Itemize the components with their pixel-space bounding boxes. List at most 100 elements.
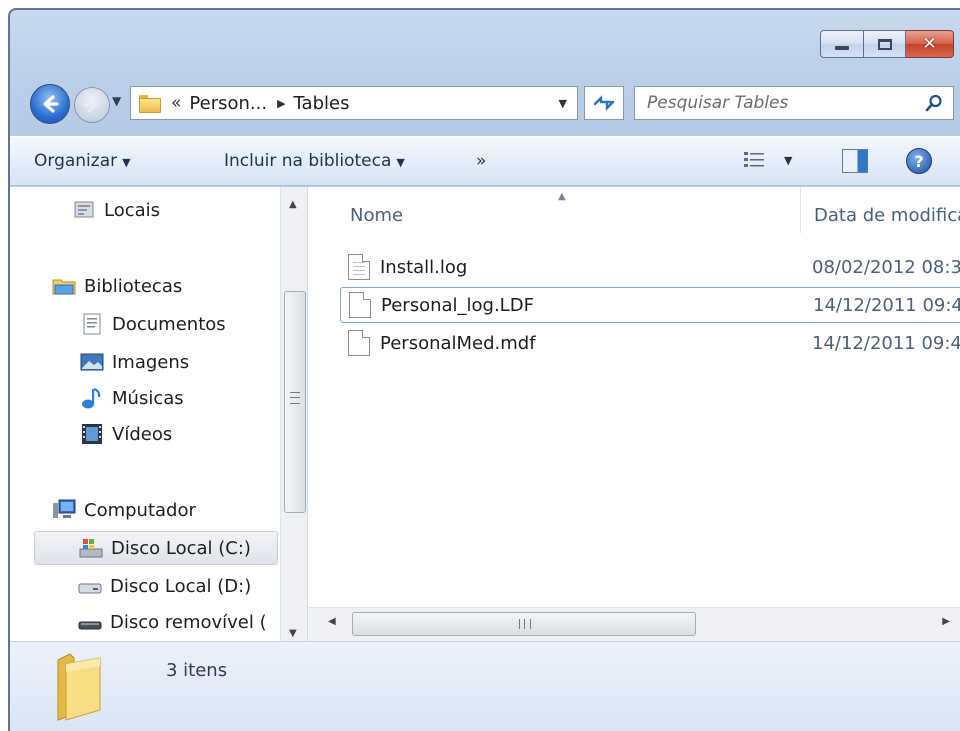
sidebar-item-label: Locais — [104, 199, 161, 221]
minimize-icon — [835, 46, 849, 50]
scroll-down-icon[interactable]: ▼ — [289, 628, 297, 639]
file-date: 08/02/2012 08:39 — [812, 256, 960, 278]
grip-icon — [519, 619, 531, 629]
scroll-right-icon[interactable]: ▶ — [942, 616, 950, 627]
system-drive-icon — [79, 537, 103, 559]
computer-icon — [52, 499, 76, 521]
sidebar-item-disco-removivel[interactable]: Disco removível ( — [78, 605, 267, 639]
videos-icon — [80, 423, 104, 445]
search-box[interactable] — [634, 86, 954, 120]
sidebar-item-bibliotecas[interactable]: Bibliotecas — [52, 269, 182, 303]
column-divider[interactable] — [800, 187, 801, 233]
sidebar-item-computador[interactable]: Computador — [52, 493, 196, 527]
include-library-label: Incluir na biblioteca — [224, 151, 392, 171]
sidebar-item-documentos[interactable]: Documentos — [80, 307, 226, 341]
details-pane: 3 itens — [10, 641, 960, 731]
scroll-thumb[interactable] — [352, 612, 696, 636]
text-file-icon — [348, 254, 370, 280]
file-name: Install.log — [380, 256, 468, 278]
navigation-pane: Locais Bibliotecas Documentos Imagens Mú — [10, 187, 308, 641]
file-list: ▲ Nome Data de modifica Install.log 08/0… — [308, 187, 960, 641]
change-view-dropdown[interactable]: ▼ — [784, 154, 792, 167]
command-bar: Organizar ▼ Incluir na biblioteca ▼ » ▼ ? — [10, 136, 960, 186]
recent-places-icon — [72, 199, 96, 221]
maximize-button[interactable] — [864, 30, 906, 58]
caption-buttons: ✕ — [820, 30, 954, 58]
search-input[interactable] — [635, 87, 953, 119]
navigation-pane-scrollbar[interactable]: ▲ ▼ — [280, 187, 307, 641]
file-icon — [348, 330, 370, 356]
sidebar-item-musicas[interactable]: Músicas — [80, 381, 184, 415]
column-header-name[interactable]: Nome — [350, 205, 403, 226]
sidebar-item-disco-d[interactable]: Disco Local (D:) — [78, 569, 251, 603]
sidebar-item-label: Vídeos — [112, 423, 173, 445]
back-arrow-icon — [43, 95, 59, 113]
address-bar[interactable]: « Person... ▶ Tables ▼ — [130, 86, 578, 120]
help-icon: ? — [914, 151, 924, 171]
change-view-icon[interactable] — [742, 149, 768, 171]
forward-arrow-icon — [83, 97, 98, 113]
documents-icon — [80, 313, 104, 335]
sidebar-item-disco-c[interactable]: Disco Local (C:) — [34, 531, 278, 565]
sidebar-item-label: Disco Local (D:) — [110, 575, 252, 597]
sidebar-item-locais[interactable]: Locais — [72, 193, 160, 227]
back-button[interactable] — [30, 84, 70, 124]
explorer-window: ✕ ▼ « Person... ▶ Tables ▼ Organizar ▼ In… — [8, 8, 960, 731]
music-icon — [80, 387, 104, 409]
organize-menu[interactable]: Organizar ▼ — [34, 151, 131, 171]
sidebar-item-label: Computador — [84, 499, 196, 521]
pictures-icon — [80, 351, 104, 373]
more-commands-button[interactable]: » — [476, 151, 486, 171]
file-date: 14/12/2011 09:40 — [812, 332, 960, 354]
sidebar-item-label: Imagens — [112, 351, 190, 373]
chevron-down-icon: ▼ — [122, 156, 131, 169]
sidebar-item-label: Documentos — [112, 313, 226, 335]
file-name: PersonalMed.mdf — [380, 332, 536, 354]
breadcrumb-segment-tables[interactable]: Tables — [294, 93, 350, 114]
folder-icon — [139, 95, 161, 113]
sidebar-item-label: Disco Local (C:) — [111, 537, 251, 559]
grip-icon — [290, 392, 300, 404]
column-header-date[interactable]: Data de modifica — [814, 205, 960, 226]
address-dropdown[interactable]: ▼ — [559, 97, 567, 110]
sidebar-item-label: Disco removível ( — [110, 611, 267, 633]
sidebar-item-label: Bibliotecas — [84, 275, 183, 297]
forward-button[interactable] — [74, 87, 110, 123]
include-library-menu[interactable]: Incluir na biblioteca ▼ — [224, 151, 405, 171]
scroll-thumb[interactable] — [284, 291, 306, 513]
close-button[interactable]: ✕ — [906, 30, 954, 58]
preview-pane-button[interactable] — [842, 149, 868, 173]
file-row-personal-log-ldf[interactable]: Personal_log.LDF 14/12/2011 09:40 — [340, 287, 960, 323]
file-list-horizontal-scrollbar[interactable]: ◀ ▶ — [308, 607, 960, 641]
libraries-icon — [52, 275, 76, 297]
file-row-personalmed-mdf[interactable]: PersonalMed.mdf 14/12/2011 09:40 — [340, 325, 960, 361]
refresh-button[interactable] — [584, 86, 624, 120]
item-count: 3 itens — [166, 660, 228, 681]
refresh-icon — [593, 95, 615, 111]
recent-pages-dropdown[interactable]: ▼ — [112, 94, 121, 108]
minimize-button[interactable] — [820, 30, 864, 58]
organize-label: Organizar — [34, 151, 118, 171]
chevron-down-icon: ▼ — [396, 156, 405, 169]
scroll-up-icon[interactable]: ▲ — [289, 199, 297, 210]
folder-icon — [57, 653, 101, 721]
sort-ascending-icon: ▲ — [558, 191, 566, 202]
help-button[interactable]: ? — [906, 148, 932, 174]
file-icon — [349, 292, 371, 318]
sidebar-item-label: Músicas — [112, 387, 184, 409]
search-icon[interactable] — [925, 94, 943, 112]
file-date: 14/12/2011 09:40 — [813, 294, 960, 316]
scroll-left-icon[interactable]: ◀ — [328, 616, 336, 627]
sidebar-item-videos[interactable]: Vídeos — [80, 417, 172, 451]
breadcrumb-segment-personal[interactable]: Person... — [189, 93, 267, 114]
breadcrumb-separator-icon[interactable]: ▶ — [277, 97, 285, 110]
close-icon: ✕ — [922, 33, 937, 54]
sidebar-item-imagens[interactable]: Imagens — [80, 345, 189, 379]
navigation-bar: ▼ « Person... ▶ Tables ▼ — [24, 82, 954, 126]
file-row-install-log[interactable]: Install.log 08/02/2012 08:39 — [340, 249, 960, 285]
file-name: Personal_log.LDF — [381, 294, 534, 316]
hard-drive-icon — [78, 575, 102, 597]
maximize-icon — [877, 38, 892, 50]
removable-drive-icon — [78, 611, 102, 633]
breadcrumb-overflow[interactable]: « — [171, 93, 181, 113]
